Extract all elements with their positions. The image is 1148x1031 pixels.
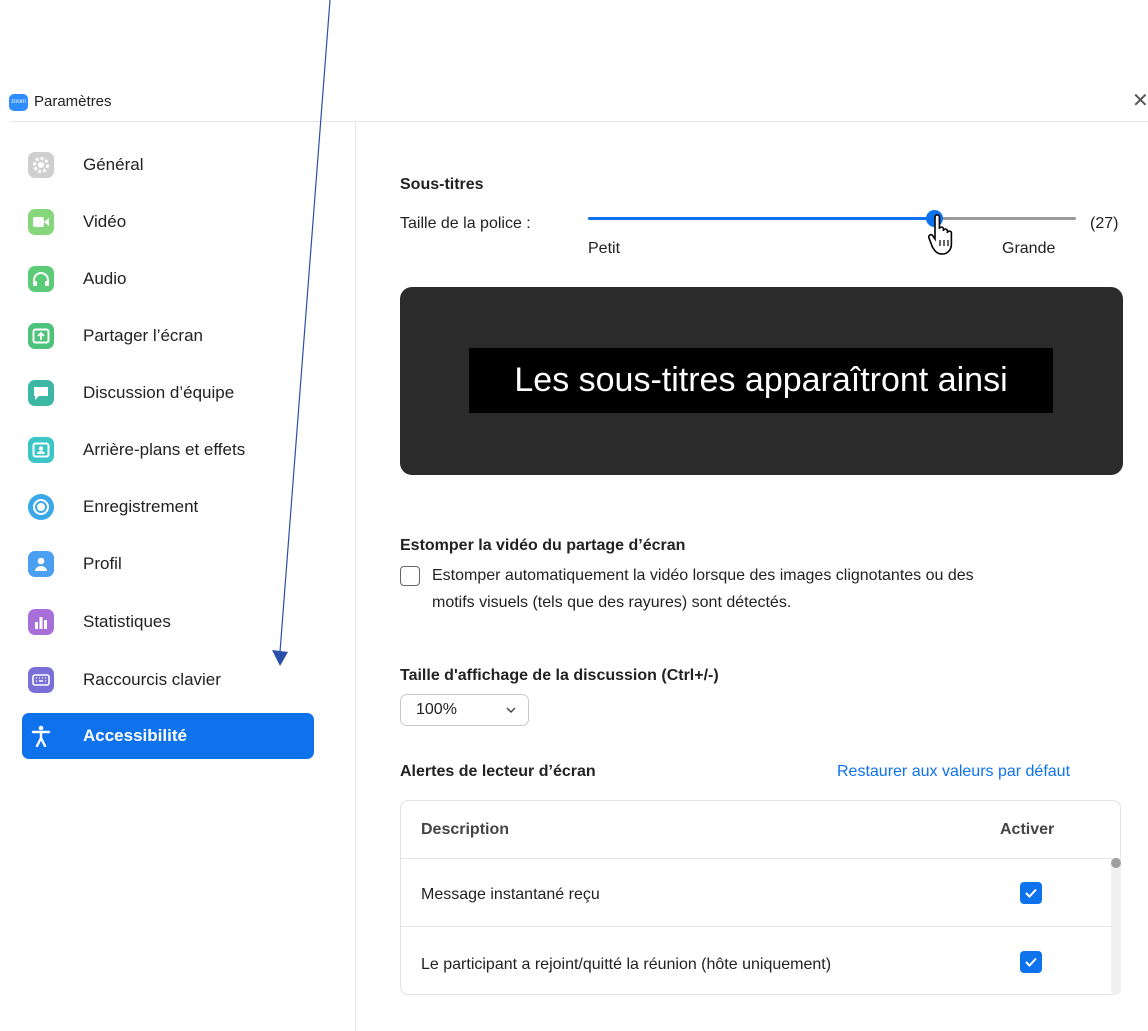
zoom-logo-icon: zoom bbox=[9, 94, 28, 111]
accessibility-icon bbox=[28, 723, 54, 749]
table-scrollbar-thumb[interactable] bbox=[1111, 858, 1121, 868]
chat-size-heading: Taille d'affichage de la discussion (Ctr… bbox=[400, 667, 719, 684]
dim-video-heading: Estomper la vidéo du partage d’écran bbox=[400, 537, 686, 554]
chat-icon bbox=[28, 380, 54, 406]
font-size-slider-fill bbox=[588, 217, 935, 220]
screen-reader-heading: Alertes de lecteur d’écran bbox=[400, 763, 596, 780]
sidebar-item-label: Profil bbox=[83, 554, 122, 573]
headphones-icon bbox=[28, 266, 54, 292]
video-camera-icon bbox=[28, 209, 54, 235]
restore-defaults-link[interactable]: Restaurer aux valeurs par défaut bbox=[837, 763, 1070, 781]
share-screen-icon bbox=[28, 323, 54, 349]
dim-video-checkbox[interactable] bbox=[400, 566, 420, 586]
row-divider bbox=[401, 858, 1120, 859]
record-icon bbox=[28, 494, 54, 520]
font-size-label: Taille de la police : bbox=[400, 215, 531, 232]
sidebar-item-label: Vidéo bbox=[83, 212, 127, 231]
sidebar-item-label: Raccourcis clavier bbox=[83, 670, 221, 689]
captions-heading: Sous-titres bbox=[400, 176, 484, 193]
row-enable-checkbox[interactable] bbox=[1020, 882, 1042, 904]
column-header-description: Description bbox=[421, 821, 510, 838]
sidebar-item-label: Audio bbox=[83, 269, 127, 288]
profile-icon bbox=[28, 551, 54, 577]
gear-icon bbox=[28, 152, 54, 178]
sidebar-item-label: Accessibilité bbox=[83, 726, 187, 745]
row-description: Message instantané reçu bbox=[421, 886, 600, 903]
title-divider bbox=[10, 121, 1148, 122]
screen-reader-table: Description Activer Message instantané r… bbox=[400, 800, 1121, 995]
row-enable-checkbox[interactable] bbox=[1020, 951, 1042, 973]
dim-video-description-line2: motifs visuels (tels que des rayures) so… bbox=[432, 594, 792, 611]
column-header-enable: Activer bbox=[1000, 821, 1055, 838]
close-icon[interactable]: ✕ bbox=[1132, 90, 1148, 112]
sidebar-divider bbox=[355, 122, 356, 1031]
slider-min-label: Petit bbox=[588, 240, 621, 257]
sidebar-item-label: Statistiques bbox=[83, 612, 171, 631]
sidebar-item-accessibility[interactable]: Accessibilité bbox=[22, 713, 314, 759]
title-bar bbox=[0, 0, 1148, 122]
statistics-icon bbox=[28, 609, 54, 635]
font-size-value: (27) bbox=[1090, 215, 1119, 232]
hand-cursor-icon bbox=[926, 214, 956, 258]
window-title: Paramètres bbox=[34, 93, 112, 110]
row-description: Le participant a rejoint/quitté la réuni… bbox=[421, 956, 832, 973]
dim-video-description-line1: Estomper automatiquement la vidéo lorsqu… bbox=[432, 567, 974, 584]
annotation-arrow bbox=[272, 0, 331, 666]
sidebar-item-label: Arrière-plans et effets bbox=[83, 440, 246, 459]
background-person-icon bbox=[28, 437, 54, 463]
sidebar-item-label: Général bbox=[83, 155, 144, 174]
chevron-down-icon bbox=[505, 700, 517, 720]
chat-size-select[interactable]: 100% bbox=[400, 694, 529, 726]
keyboard-icon bbox=[28, 667, 54, 693]
sidebar-item-label: Enregistrement bbox=[83, 497, 199, 516]
caption-preview-text: Les sous-titres apparaîtront ainsi bbox=[469, 348, 1053, 413]
sidebar-item-label: Partager l’écran bbox=[83, 326, 204, 345]
sidebar-item-label: Discussion d’équipe bbox=[83, 383, 235, 402]
row-divider bbox=[401, 926, 1120, 927]
slider-max-label: Grande bbox=[1002, 240, 1056, 257]
table-scrollbar[interactable] bbox=[1111, 858, 1121, 994]
chat-size-value: 100% bbox=[416, 701, 457, 718]
